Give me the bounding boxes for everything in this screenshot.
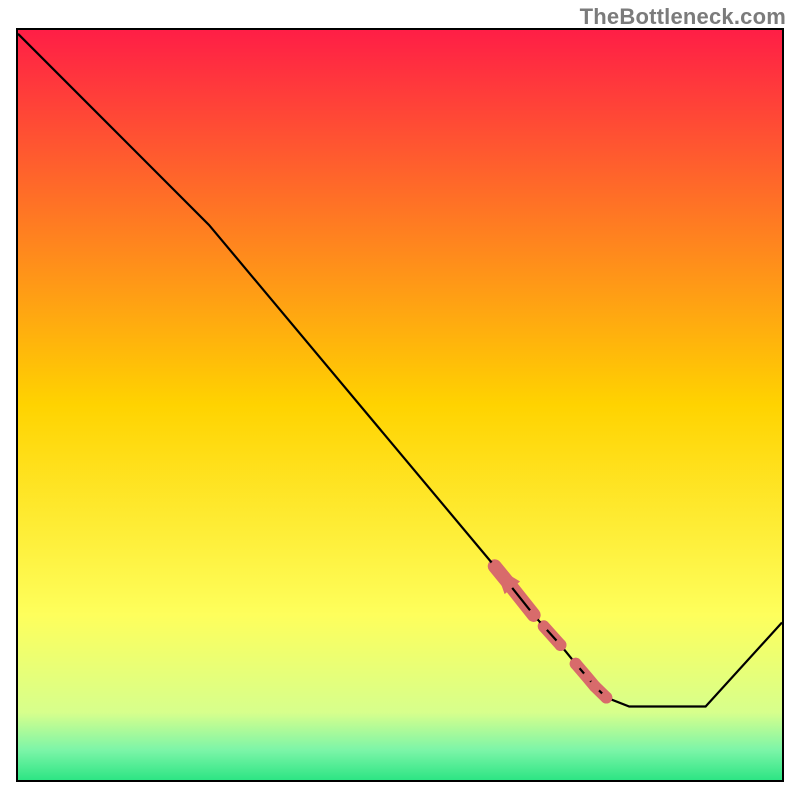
data-point <box>554 639 566 651</box>
watermark-text: TheBottleneck.com <box>580 4 786 30</box>
data-point <box>600 692 612 704</box>
bottleneck-curve <box>18 34 782 707</box>
data-point <box>502 576 512 586</box>
chart-container: TheBottleneck.com <box>0 0 800 800</box>
data-point <box>570 658 582 670</box>
plot-area <box>16 28 784 782</box>
chart-svg <box>18 30 782 780</box>
data-point <box>528 609 540 621</box>
data-point <box>539 621 549 631</box>
data-point <box>582 672 592 682</box>
data-point <box>589 680 601 692</box>
data-point <box>490 561 500 571</box>
